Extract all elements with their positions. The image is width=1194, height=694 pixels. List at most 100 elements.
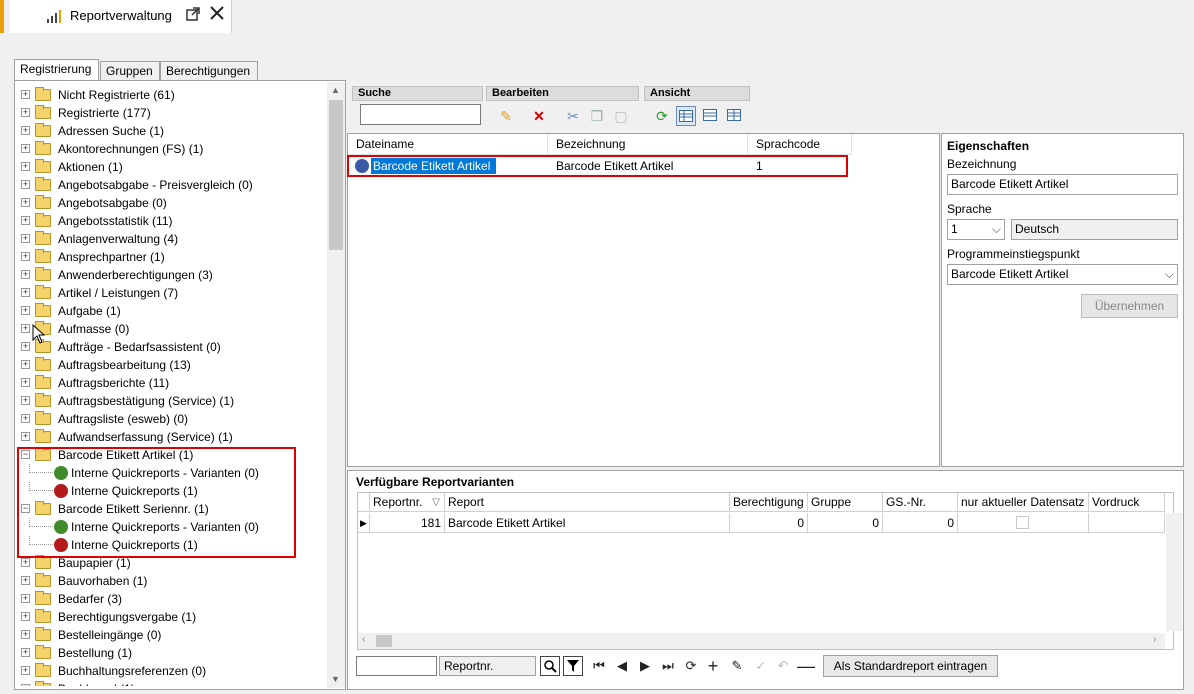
filter-value-input[interactable] [356,656,437,676]
aktueller-datensatz-checkbox[interactable] [1016,516,1029,529]
expand-icon[interactable]: + [21,666,30,675]
cell-vordruck[interactable] [1089,513,1165,533]
expand-icon[interactable]: + [21,198,30,207]
tree-item[interactable]: + Ansprechpartner (1) [21,248,321,266]
scroll-left-icon[interactable]: ‹ [362,634,365,645]
scroll-down-icon[interactable]: ▼ [331,674,340,684]
add-record-icon[interactable]: + [703,656,723,676]
tree-item[interactable]: + Aktionen (1) [21,158,321,176]
filter-icon[interactable]: ▽ [432,493,440,512]
filter-field-select[interactable]: Reportnr. [439,656,536,676]
view-details-icon[interactable] [676,106,696,126]
expand-icon[interactable]: + [21,234,30,243]
col-dateiname[interactable]: Dateiname [348,134,548,155]
view-list-icon[interactable] [700,106,720,126]
delete-record-icon[interactable]: — [796,656,816,676]
einstieg-select[interactable]: Barcode Etikett Artikel ⌵ [947,264,1178,285]
cut-icon[interactable]: ✂ [563,106,583,126]
popout-icon[interactable] [186,7,202,23]
refresh-icon[interactable]: ⟳ [652,106,672,126]
hscroll-thumb[interactable] [376,635,392,647]
expand-icon[interactable]: + [21,594,30,603]
expand-icon[interactable]: + [21,324,30,333]
expand-icon[interactable]: + [21,108,30,117]
paste-icon[interactable]: ▢ [611,106,631,126]
expand-icon[interactable]: + [21,396,30,405]
tab-berechtigungen[interactable]: Berechtigungen [160,61,258,80]
tree-item[interactable]: + Aufwandserfassung (Service) (1) [21,428,321,446]
expand-icon[interactable]: + [21,360,30,369]
cell-gsnr[interactable]: 0 [883,513,958,533]
undo-record-icon[interactable]: ↶ [773,656,793,676]
expand-icon[interactable]: + [21,684,30,686]
tree-item[interactable]: + Buchhaltungsreferenzen (0) [21,662,321,680]
set-standard-report-button[interactable]: Als Standardreport eintragen [823,655,998,677]
expand-icon[interactable]: + [21,162,30,171]
bezeichnung-field[interactable]: Barcode Etikett Artikel [947,174,1178,195]
tree-item[interactable]: + Bedarfer (3) [21,590,321,608]
edit-record-icon[interactable]: ✎ [727,656,747,676]
tree-item[interactable]: + Bauvorhaben (1) [21,572,321,590]
tree-item[interactable]: + Aufträge - Bedarfsassistent (0) [21,338,321,356]
expand-icon[interactable]: + [21,252,30,261]
tree-item[interactable]: + Auftragsbearbeitung (13) [21,356,321,374]
copy-icon[interactable]: ❐ [587,106,607,126]
expand-icon[interactable]: + [21,342,30,351]
col-gruppe[interactable]: Gruppe [808,493,883,512]
expand-icon[interactable]: + [21,144,30,153]
filter-funnel-icon[interactable] [563,656,583,676]
tree-item[interactable]: + Angebotsabgabe (0) [21,194,321,212]
tree-item[interactable]: + Angebotsstatistik (11) [21,212,321,230]
expand-icon[interactable]: + [21,432,30,441]
tree-item[interactable]: + Akontorechnungen (FS) (1) [21,140,321,158]
close-icon[interactable] [209,5,227,23]
edit-pencil-icon[interactable]: ✎ [496,106,516,126]
col-vordruck[interactable]: Vordruck [1089,493,1165,512]
tree-scrollbar[interactable]: ▲ ▼ [327,82,345,688]
tree-item[interactable]: + Aufgabe (1) [21,302,321,320]
expand-icon[interactable]: + [21,378,30,387]
delete-icon[interactable]: ✕ [529,106,549,126]
confirm-record-icon[interactable]: ✓ [751,656,771,676]
tree-item[interactable]: + Nicht Registrierte (61) [21,86,321,104]
document-tab[interactable]: Reportverwaltung [10,0,232,33]
expand-icon[interactable]: + [21,180,30,189]
col-report[interactable]: Report [445,493,730,512]
apply-button[interactable]: Übernehmen [1081,294,1178,318]
tree-item[interactable]: + Berechtigungsvergabe (1) [21,608,321,626]
tree-item[interactable]: + Anwenderberechtigungen (3) [21,266,321,284]
previous-record-icon[interactable]: ◀ [612,656,632,676]
tree-item[interactable]: + Angebotsabgabe - Preisvergleich (0) [21,176,321,194]
expand-icon[interactable]: + [21,270,30,279]
search-icon[interactable] [540,656,560,676]
cell-aktueller-datensatz[interactable] [958,513,1089,533]
scroll-right-icon[interactable]: › [1153,634,1156,645]
expand-icon[interactable]: + [21,306,30,315]
expand-icon[interactable]: + [21,126,30,135]
expand-icon[interactable]: + [21,288,30,297]
tree-item[interactable]: + Bestelleingänge (0) [21,626,321,644]
tree-item[interactable]: + Registrierte (177) [21,104,321,122]
cell-berechtigung[interactable]: 0 [730,513,808,533]
col-aktueller-datensatz[interactable]: nur aktueller Datensatz [958,493,1089,512]
next-record-icon[interactable]: ▶ [635,656,655,676]
tree-item[interactable]: + Aufmasse (0) [21,320,321,338]
sprache-select[interactable]: 1 ⌵ [947,219,1005,240]
scroll-up-icon[interactable]: ▲ [331,85,340,95]
tree-item[interactable]: + Bestellung (1) [21,644,321,662]
tree-item[interactable]: + Auftragsbestätigung (Service) (1) [21,392,321,410]
tree-item[interactable]: + Artikel / Leistungen (7) [21,284,321,302]
search-input[interactable] [360,104,481,125]
expand-icon[interactable]: + [21,414,30,423]
col-bezeichnung[interactable]: Bezeichnung [548,134,748,155]
tree-item[interactable]: + Adressen Suche (1) [21,122,321,140]
col-reportnr[interactable]: Reportnr. ▽ [370,493,445,512]
tree-item[interactable]: + Auftragsberichte (11) [21,374,321,392]
tab-registrierung[interactable]: Registrierung [14,59,99,81]
expand-icon[interactable]: + [21,612,30,621]
tree-item[interactable]: + Dashboard (1) [21,680,321,686]
col-sprachcode[interactable]: Sprachcode [748,134,852,155]
expand-icon[interactable]: + [21,216,30,225]
expand-icon[interactable]: + [21,576,30,585]
refresh-records-icon[interactable]: ⟳ [681,656,701,676]
